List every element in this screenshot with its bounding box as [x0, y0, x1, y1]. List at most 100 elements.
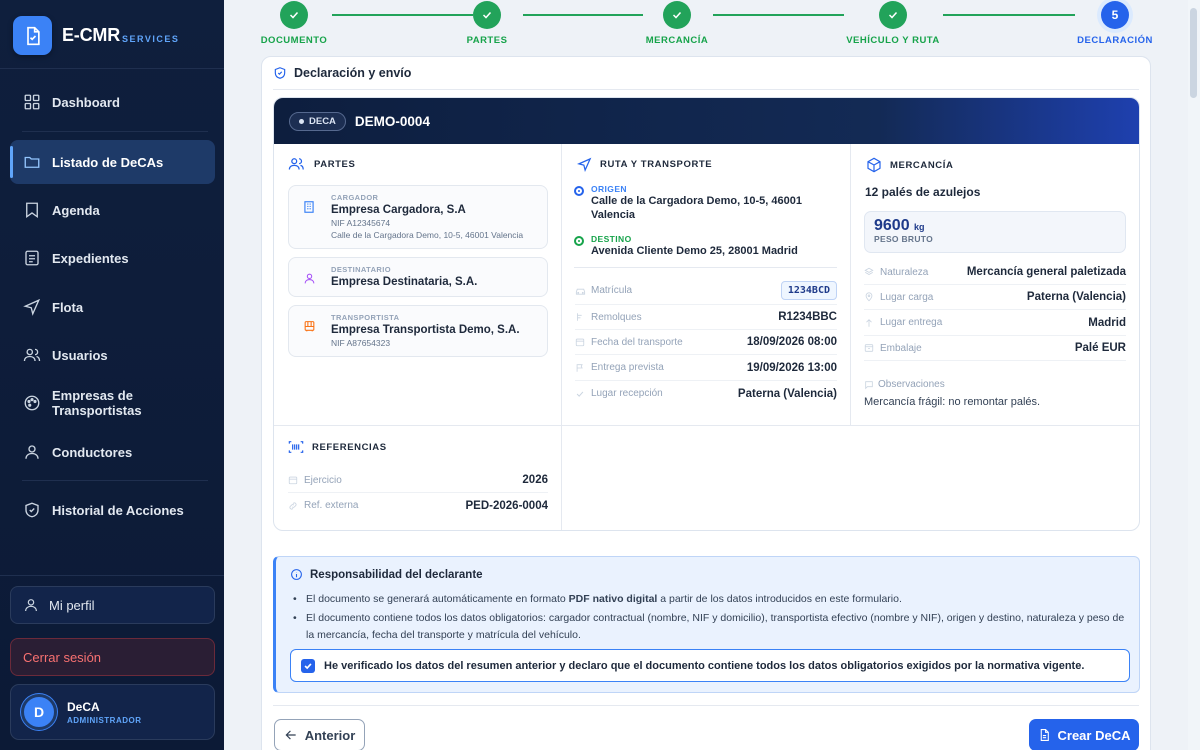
origin-value: Calle de la Cargadora Demo, 10-5, 46001 …	[591, 195, 802, 221]
palette-icon	[22, 393, 42, 413]
goods-row-entrega: Lugar entrega Madrid	[864, 310, 1126, 336]
profile-button[interactable]: Mi perfil	[10, 586, 215, 624]
scrollbar[interactable]	[1188, 0, 1200, 750]
party-nif: NIF A87654323	[331, 338, 391, 348]
route-value: Paterna (Valencia)	[737, 387, 837, 400]
sidebar-item-usuarios[interactable]: Usuarios	[10, 333, 215, 377]
goods-row-naturaleza: Naturaleza Mercancía general paletizada	[864, 260, 1126, 285]
party-destinatario: DESTINATARIO Empresa Destinataria, S.A.	[288, 257, 548, 297]
navigation-icon	[577, 157, 592, 172]
sidebar-item-label: Usuarios	[52, 347, 108, 363]
step-connector	[332, 14, 473, 16]
goods-title-label: MERCANCÍA	[890, 159, 954, 171]
summary-header: DECA DEMO-0004	[274, 98, 1139, 144]
create-deca-button[interactable]: Crear DeCA	[1029, 719, 1139, 750]
step-5-label: DECLARACIÓN	[1077, 35, 1153, 46]
truck-icon	[303, 320, 316, 333]
sidebar-item-label: Empresas de Transportistas	[52, 388, 142, 418]
sidebar-item-expedientes[interactable]: Expedientes	[10, 236, 215, 280]
references-title-label: REFERENCIAS	[312, 441, 387, 453]
stepper: DOCUMENTO PARTES MERCANCÍA VEHÍCULO Y RU…	[224, 0, 1200, 56]
step-2-circle[interactable]	[473, 1, 501, 29]
sidebar-item-dashboard[interactable]: Dashboard	[10, 80, 215, 124]
arrow-up-icon	[864, 317, 876, 329]
check-icon	[289, 11, 299, 19]
sidebar-item-label: Historial de Acciones	[52, 502, 184, 518]
sidebar-item-agenda[interactable]: Agenda	[10, 188, 215, 232]
route-value: 18/09/2026 08:00	[746, 336, 837, 348]
scrollbar-thumb[interactable]	[1190, 8, 1197, 98]
responsibility-list: El documento se generará automáticamente…	[291, 591, 1131, 646]
user-icon	[22, 442, 42, 462]
create-label: Crear DeCA	[1057, 727, 1131, 743]
sidebar-divider	[0, 575, 224, 576]
step-1-label: DOCUMENTO	[260, 35, 328, 46]
goods-value: Madrid	[1088, 316, 1126, 329]
bookmark-icon	[22, 200, 42, 220]
check-icon	[672, 11, 682, 19]
app-logo[interactable]: E-CMR SERVICES	[13, 16, 179, 55]
sidebar-item-label: Flota	[52, 299, 84, 315]
sidebar-item-flota[interactable]: Flota	[10, 285, 215, 329]
dest-value: Avenida Cliente Demo 25, 28001 Madrid	[591, 245, 798, 257]
previous-button[interactable]: Anterior	[274, 719, 365, 750]
responsibility-item: El documento se generará automáticamente…	[291, 591, 1131, 608]
comment-icon	[864, 380, 874, 390]
checkbox-label: He verificado los datos del resumen ante…	[324, 659, 1085, 672]
step-4-circle[interactable]	[879, 1, 907, 29]
route-label: Fecha del transporte	[591, 336, 683, 348]
route-value: 19/09/2026 13:00	[746, 361, 837, 374]
party-transportista: TRANSPORTISTA Empresa Transportista Demo…	[288, 305, 548, 357]
route-title: RUTA Y TRANSPORTE	[577, 157, 712, 172]
step-3-circle[interactable]	[663, 1, 691, 29]
app-name: E-CMR	[62, 25, 120, 45]
link-icon	[288, 500, 300, 512]
step-5-circle[interactable]: 5	[1101, 1, 1129, 29]
sidebar-item-listado-decas[interactable]: Listado de DeCAs	[10, 140, 215, 184]
sidebar-item-conductores[interactable]: Conductores	[10, 430, 215, 474]
column-divider	[850, 144, 851, 425]
section-header: Declaración y envío	[273, 66, 411, 80]
check-icon	[304, 662, 312, 669]
goods-row-carga: Lugar carga Paterna (Valencia)	[864, 285, 1126, 310]
goods-label: Lugar entrega	[880, 317, 943, 328]
step-connector	[943, 14, 1075, 16]
party-name: Empresa Cargadora, S.A	[331, 204, 466, 216]
sidebar-item-historial[interactable]: Historial de Acciones	[10, 488, 215, 532]
doc-type-badge: DECA	[289, 111, 346, 131]
document-icon	[13, 16, 52, 55]
route-row-matricula: Matrícula 1234BCD	[575, 277, 837, 305]
sidebar-item-label: Expedientes	[52, 250, 129, 266]
resp-text: El documento se generará automáticamente…	[306, 593, 569, 605]
references-title: REFERENCIAS	[288, 440, 387, 454]
nav-divider	[22, 480, 208, 481]
sidebar-item-label: Conductores	[52, 444, 133, 460]
weight-box: 9600 kg PESO BRUTO	[864, 211, 1126, 253]
goods-description: 12 palés de azulejos	[865, 185, 981, 199]
route-destination: DESTINO Avenida Cliente Demo 25, 28001 M…	[574, 234, 821, 258]
shield-icon	[22, 500, 42, 520]
origin-label: ORIGEN	[591, 184, 627, 194]
badge-label: DECA	[309, 115, 336, 127]
declaration-checkbox-row[interactable]: He verificado los datos del resumen ante…	[290, 649, 1130, 682]
avatar: D	[21, 694, 57, 730]
weight-unit: kg	[914, 222, 925, 232]
sidebar-item-empresas[interactable]: Empresas de Transportistas	[10, 381, 215, 425]
row-divider	[274, 425, 561, 426]
sidebar-item-label: Listado de DeCAs	[52, 154, 164, 170]
user-card[interactable]: D DeCA ADMINISTRADOR	[10, 684, 215, 740]
doc-id: DEMO-0004	[354, 113, 430, 129]
checkbox[interactable]	[301, 658, 315, 673]
section-title: Declaración y envío	[294, 66, 412, 80]
responsibility-panel: Responsabilidad del declarante El docume…	[273, 556, 1140, 693]
parties-title: PARTES	[288, 157, 355, 171]
observations-label: Observaciones	[878, 379, 945, 390]
logout-button[interactable]: Cerrar sesión	[10, 638, 215, 676]
step-1-circle[interactable]	[280, 1, 308, 29]
user-icon	[303, 272, 316, 285]
responsibility-item: El documento contiene todos los datos ob…	[291, 610, 1131, 644]
ref-value: 2026	[522, 474, 548, 486]
party-name: Empresa Destinataria, S.A.	[331, 276, 478, 288]
package-icon	[864, 342, 876, 354]
check-icon	[575, 388, 587, 400]
